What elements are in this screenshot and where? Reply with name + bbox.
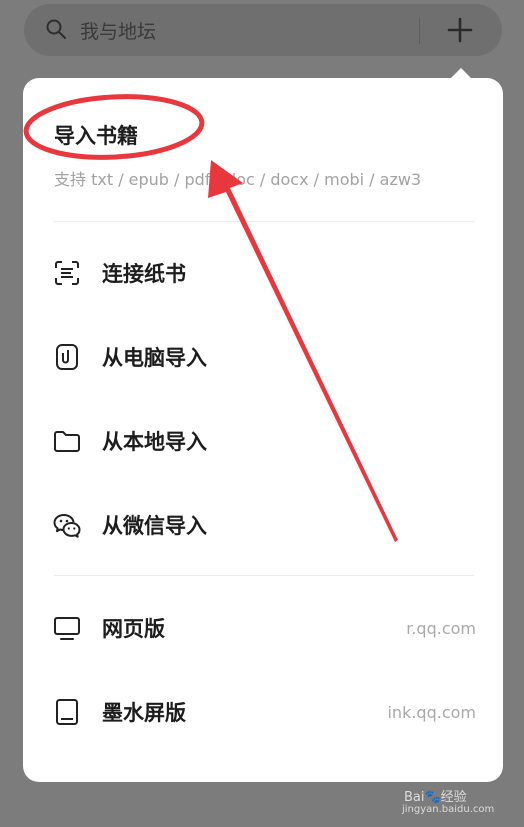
folder-icon	[54, 431, 80, 452]
baidu-watermark: Bai🐾经验	[404, 790, 467, 805]
supported-formats-text: 支持 txt / epub / pdf / doc / docx / mobi …	[54, 170, 422, 189]
menu-item-web-version[interactable]: 网页版 r.qq.com	[52, 604, 476, 652]
menu-item-import-from-wechat[interactable]: 从微信导入	[52, 501, 476, 549]
divider	[54, 221, 474, 222]
tablet-icon	[56, 699, 78, 725]
menu-item-label: 从电脑导入	[102, 346, 207, 370]
menu-item-label: 连接纸书	[102, 262, 186, 286]
wechat-icon	[53, 514, 81, 538]
menu-item-label: 墨水屏版	[102, 701, 186, 725]
menu-item-eink-version[interactable]: 墨水屏版 ink.qq.com	[52, 688, 476, 736]
import-books-title[interactable]: 导入书籍	[54, 120, 138, 150]
web-version-url: r.qq.com	[406, 618, 476, 638]
plus-icon[interactable]	[447, 17, 473, 43]
menu-item-label: 从微信导入	[102, 514, 207, 538]
search-input[interactable]: 我与地坛	[80, 17, 156, 44]
search-icon	[46, 19, 67, 40]
eink-version-url: ink.qq.com	[387, 702, 476, 722]
menu-item-label: 从本地导入	[102, 430, 207, 454]
menu-item-import-from-local[interactable]: 从本地导入	[52, 417, 476, 465]
menu-item-import-from-computer[interactable]: 从电脑导入	[52, 333, 476, 381]
menu-item-label: 网页版	[102, 617, 165, 641]
clip-icon	[56, 344, 78, 370]
monitor-icon	[54, 617, 80, 640]
baidu-watermark-url: jingyan.baidu.com	[402, 804, 495, 815]
divider	[54, 575, 474, 576]
scan-icon	[55, 261, 79, 285]
menu-item-connect-paper-book[interactable]: 连接纸书	[52, 249, 476, 297]
search-bar-divider	[419, 18, 420, 44]
